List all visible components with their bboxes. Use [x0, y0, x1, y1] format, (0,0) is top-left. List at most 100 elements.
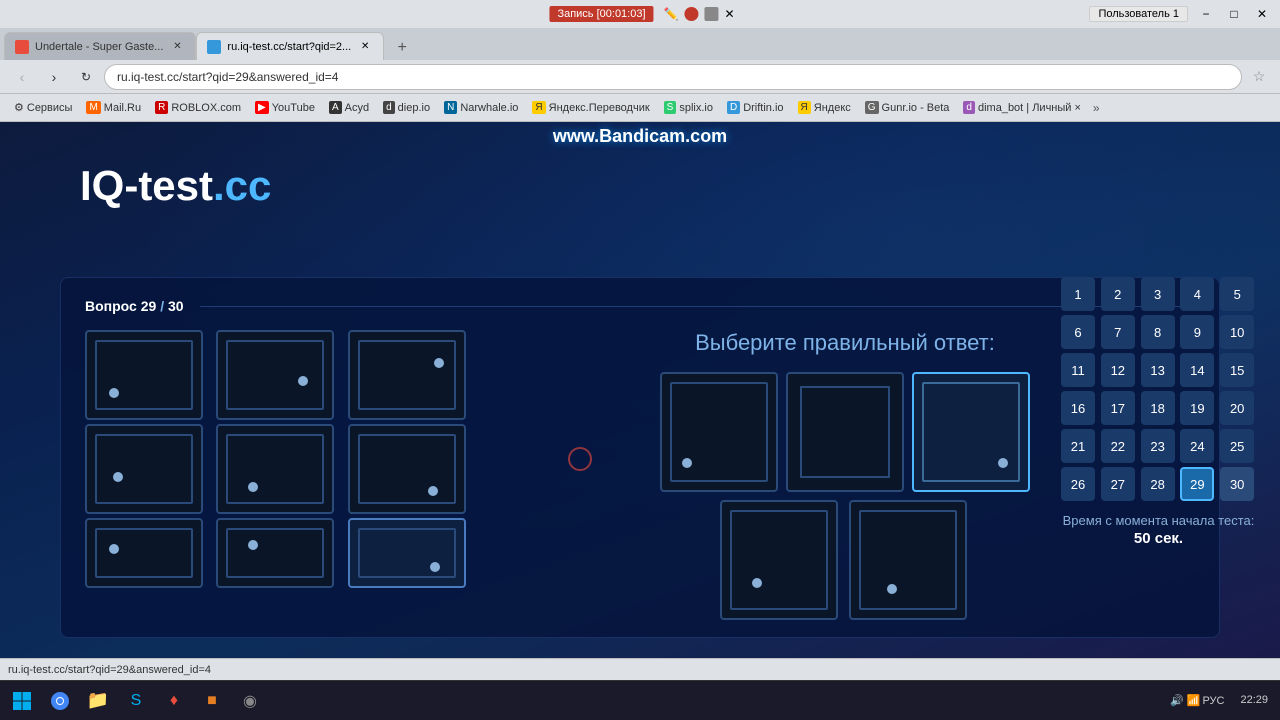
bookmark-star[interactable]: ☆	[1246, 64, 1272, 90]
num-btn-1[interactable]: 1	[1061, 277, 1095, 311]
taskbar-game1[interactable]: ♦	[156, 684, 192, 718]
answer-option-5[interactable]	[849, 500, 967, 620]
timer-label: Время с момента начала теста:	[1061, 512, 1256, 530]
back-btn[interactable]: ‹	[8, 64, 36, 90]
answer-option-4[interactable]	[720, 500, 838, 620]
quiz-container: Вопрос 29 / 30	[60, 277, 1220, 638]
new-tab-btn[interactable]: +	[388, 36, 416, 60]
tab-1-close[interactable]: ✕	[169, 39, 185, 55]
bookmark-mailru[interactable]: M Mail.Ru	[80, 99, 147, 116]
num-btn-18[interactable]: 18	[1141, 391, 1175, 425]
taskbar-explorer[interactable]: 📁	[80, 684, 116, 718]
bookmark-roblox-icon: R	[155, 101, 168, 114]
question-current: 29	[141, 298, 157, 314]
num-btn-5[interactable]: 5	[1220, 277, 1254, 311]
taskbar-app2[interactable]: ■	[194, 684, 230, 718]
bookmark-driftin-icon: D	[727, 101, 740, 114]
bookmark-youtube[interactable]: ▶ YouTube	[249, 99, 321, 116]
taskbar-clock[interactable]: 22:29	[1232, 693, 1276, 707]
answer-option-2[interactable]	[786, 372, 904, 492]
num-btn-29[interactable]: 29	[1180, 467, 1214, 501]
status-url: ru.iq-test.cc/start?qid=29&answered_id=4	[8, 664, 211, 676]
bookmarks-bar: ⚙ Сервисы M Mail.Ru R ROBLOX.com ▶ YouTu…	[0, 94, 1280, 122]
num-btn-21[interactable]: 21	[1061, 429, 1095, 463]
num-btn-28[interactable]: 28	[1141, 467, 1175, 501]
bookmark-driftin[interactable]: D Driftin.io	[721, 99, 790, 116]
num-btn-16[interactable]: 16	[1061, 391, 1095, 425]
dot-1-3	[434, 358, 444, 368]
bookmark-dimabot[interactable]: d dima_bot | Личный ×	[957, 99, 1086, 116]
taskbar-start[interactable]	[4, 684, 40, 718]
dot-3-1	[109, 544, 119, 554]
answer-option-1[interactable]	[660, 372, 778, 492]
grid-cell-3-3	[348, 518, 466, 588]
app3-icon: ◉	[243, 691, 257, 711]
grid-cell-2-3	[348, 424, 466, 514]
tab-1[interactable]: Undertale - Super Gaste... ✕	[4, 32, 196, 60]
num-btn-27[interactable]: 27	[1101, 467, 1135, 501]
bookmark-yandex-translate[interactable]: Я Яндекс.Переводчик	[526, 99, 655, 116]
explorer-icon: 📁	[87, 690, 109, 711]
num-btn-22[interactable]: 22	[1101, 429, 1135, 463]
num-btn-8[interactable]: 8	[1141, 315, 1175, 349]
num-btn-4[interactable]: 4	[1180, 277, 1214, 311]
recording-badge: Запись [00:01:03]	[549, 6, 653, 22]
num-btn-11[interactable]: 11	[1061, 353, 1095, 387]
inner-box-1-1	[95, 340, 193, 410]
maximize-btn[interactable]: □	[1220, 3, 1248, 25]
tab-1-favicon	[15, 40, 29, 54]
bookmark-yandex-label: Яндекс	[814, 102, 851, 114]
num-btn-9[interactable]: 9	[1180, 315, 1214, 349]
pattern-3x3	[85, 330, 475, 588]
tab-2-close[interactable]: ✕	[357, 39, 373, 55]
num-btn-25[interactable]: 25	[1220, 429, 1254, 463]
forward-btn[interactable]: ›	[40, 64, 68, 90]
num-btn-7[interactable]: 7	[1101, 315, 1135, 349]
num-btn-20[interactable]: 20	[1220, 391, 1254, 425]
num-btn-19[interactable]: 19	[1180, 391, 1214, 425]
num-btn-2[interactable]: 2	[1101, 277, 1135, 311]
bookmark-diep[interactable]: d diep.io	[377, 99, 436, 116]
stop-btn[interactable]: ✕	[724, 7, 734, 21]
num-btn-17[interactable]: 17	[1101, 391, 1135, 425]
answer-option-3[interactable]	[912, 372, 1030, 492]
answer-box-left-2	[800, 386, 802, 478]
logo: IQ-test.cc	[80, 162, 271, 210]
bookmark-gunr[interactable]: G Gunr.io - Beta	[859, 99, 956, 116]
answer-inner-4	[730, 510, 828, 610]
url-bar[interactable]: ru.iq-test.cc/start?qid=29&answered_id=4	[104, 64, 1242, 90]
reload-btn[interactable]: ↻	[72, 64, 100, 90]
num-btn-26[interactable]: 26	[1061, 467, 1095, 501]
taskbar-app3[interactable]: ◉	[232, 684, 268, 718]
minimize-btn[interactable]: −	[1192, 3, 1220, 25]
bookmark-driftin-label: Driftin.io	[743, 102, 783, 114]
num-btn-14[interactable]: 14	[1180, 353, 1214, 387]
bookmark-dimabot-icon: d	[963, 101, 975, 114]
bookmark-splix[interactable]: S splix.io	[658, 99, 719, 116]
num-btn-15[interactable]: 15	[1220, 353, 1254, 387]
bookmark-roblox[interactable]: R ROBLOX.com	[149, 99, 247, 116]
grid-cell-1-2	[216, 330, 334, 420]
bookmark-services[interactable]: ⚙ Сервисы	[8, 99, 78, 116]
num-btn-10[interactable]: 10	[1220, 315, 1254, 349]
num-btn-6[interactable]: 6	[1061, 315, 1095, 349]
taskbar-chrome[interactable]	[42, 684, 78, 718]
tab-2[interactable]: ru.iq-test.cc/start?qid=2... ✕	[196, 32, 384, 60]
taskbar-skype[interactable]: S	[118, 684, 154, 718]
num-btn-24[interactable]: 24	[1180, 429, 1214, 463]
bookmarks-overflow[interactable]: »	[1093, 101, 1100, 115]
num-btn-12[interactable]: 12	[1101, 353, 1135, 387]
num-btn-3[interactable]: 3	[1141, 277, 1175, 311]
answer-box-right-2	[888, 386, 890, 478]
num-btn-13[interactable]: 13	[1141, 353, 1175, 387]
taskbar-tray: 🔊 📶 РУС	[1164, 694, 1230, 707]
bookmark-yandex[interactable]: Я Яндекс	[792, 99, 857, 116]
num-btn-23[interactable]: 23	[1141, 429, 1175, 463]
num-btn-30[interactable]: 30	[1220, 467, 1254, 501]
close-btn[interactable]: ✕	[1248, 3, 1276, 25]
question-separator: /	[160, 298, 168, 314]
answer-line-2	[800, 386, 890, 388]
bookmark-mailru-label: Mail.Ru	[104, 102, 141, 114]
bookmark-acyd[interactable]: A Acyd	[323, 99, 375, 116]
bookmark-narwhale[interactable]: N Narwhale.io	[438, 99, 524, 116]
